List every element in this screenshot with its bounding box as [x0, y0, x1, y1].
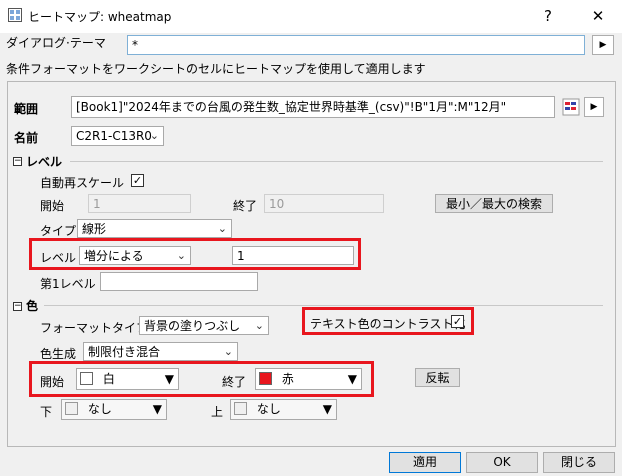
- range-input[interactable]: [Book1]"2024年までの台風の発生数_協定世界時基準_(csv)"!B"…: [71, 96, 555, 118]
- first-level-label: 第1レベル: [40, 277, 96, 291]
- format-type-label: フォーマットタイプ: [40, 321, 149, 335]
- type-value: 線形: [82, 222, 107, 236]
- find-minmax-button[interactable]: 最小／最大の検索: [435, 194, 553, 213]
- high-color-combo[interactable]: なし ▼: [230, 399, 337, 420]
- contrast-checkbox[interactable]: ✓: [451, 315, 464, 328]
- theme-input[interactable]: *: [127, 35, 585, 55]
- end-color-swatch: [259, 372, 272, 385]
- level-start-label: 開始: [40, 199, 65, 213]
- chevron-down-icon: ⌄: [176, 249, 186, 262]
- reverse-button[interactable]: 反転: [415, 368, 460, 387]
- high-color-label: 上: [211, 405, 224, 419]
- app-icon: [8, 8, 22, 22]
- caret-down-icon: ▼: [152, 402, 162, 416]
- low-color-swatch: [65, 402, 78, 415]
- close-window-button[interactable]: ✕: [578, 2, 618, 30]
- start-color-name: 白: [102, 372, 115, 386]
- low-color-combo[interactable]: なし ▼: [61, 399, 167, 420]
- level-start-input[interactable]: 1: [88, 194, 191, 213]
- contrast-label: テキスト色のコントラスト化: [310, 317, 466, 331]
- color-section-label: 色: [26, 299, 39, 313]
- help-button[interactable]: ?: [528, 2, 568, 30]
- name-label: 名前: [14, 131, 39, 145]
- collapse-color-icon[interactable]: −: [13, 302, 22, 311]
- chevron-down-icon: ⌄: [254, 319, 264, 332]
- low-color-value: なし: [87, 402, 112, 416]
- high-color-swatch: [234, 402, 247, 415]
- level-mode-value: 増分による: [84, 249, 144, 263]
- range-arrow-button[interactable]: ▶: [584, 97, 604, 117]
- start-color-swatch: [80, 372, 93, 385]
- caret-down-icon: ▼: [322, 402, 332, 416]
- theme-arrow-button[interactable]: ▶: [592, 35, 614, 55]
- color-start-label: 開始: [40, 375, 65, 389]
- auto-rescale-checkbox[interactable]: ✓: [131, 174, 144, 187]
- levels-divider: [70, 161, 603, 162]
- level-mode-combo[interactable]: 増分による ⌄: [79, 246, 191, 265]
- description-text: 条件フォーマットをワークシートのセルにヒートマップを使用して適用します: [6, 62, 426, 76]
- low-color-label: 下: [40, 405, 53, 419]
- type-label: タイプ: [40, 224, 77, 238]
- select-range-icon[interactable]: [562, 97, 580, 117]
- type-combo[interactable]: 線形 ⌄: [77, 219, 232, 238]
- name-value: C2R1-C13R0: [76, 129, 152, 143]
- high-color-value: なし: [256, 402, 281, 416]
- levels-section-label: レベル: [26, 155, 63, 169]
- range-label: 範囲: [14, 102, 39, 116]
- name-combo[interactable]: C2R1-C13R0 ⌄: [71, 126, 164, 146]
- color-divider: [44, 305, 603, 306]
- chevron-down-icon: ⌄: [217, 222, 227, 235]
- color-end-combo[interactable]: 赤 ▼: [255, 368, 362, 390]
- caret-down-icon: ▼: [347, 372, 357, 386]
- format-type-combo[interactable]: 背景の塗りつぶし ⌄: [139, 316, 269, 335]
- window-title: ヒートマップ: wheatmap: [28, 10, 172, 24]
- color-gen-value: 制限付き混合: [88, 345, 161, 359]
- first-level-input[interactable]: [100, 272, 258, 291]
- ok-button[interactable]: OK: [466, 452, 538, 473]
- level-end-label: 終了: [233, 199, 258, 213]
- auto-rescale-label: 自動再スケール: [40, 176, 125, 190]
- color-gen-label: 色生成: [40, 347, 77, 361]
- color-end-label: 終了: [222, 375, 247, 389]
- close-button[interactable]: 閉じる: [543, 452, 615, 473]
- level-increment-input[interactable]: 1: [232, 246, 354, 265]
- apply-button[interactable]: 適用: [389, 452, 461, 473]
- level-label: レベル: [40, 251, 77, 265]
- caret-down-icon: ▼: [164, 372, 174, 386]
- chevron-down-icon: ⌄: [149, 129, 159, 142]
- theme-label: ダイアログ·テーマ: [6, 36, 106, 50]
- format-type-value: 背景の塗りつぶし: [144, 319, 241, 333]
- collapse-levels-icon[interactable]: −: [13, 157, 22, 166]
- color-gen-combo[interactable]: 制限付き混合 ⌄: [83, 342, 238, 361]
- end-color-name: 赤: [281, 372, 294, 386]
- chevron-down-icon: ⌄: [223, 345, 233, 358]
- level-end-input[interactable]: 10: [264, 194, 384, 213]
- color-start-combo[interactable]: 白 ▼: [76, 368, 179, 390]
